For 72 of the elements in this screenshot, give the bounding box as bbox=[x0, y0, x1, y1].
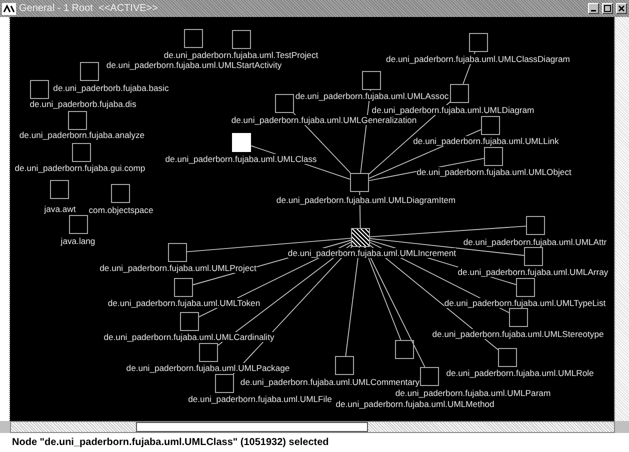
node-box[interactable] bbox=[350, 173, 369, 192]
close-button[interactable] bbox=[616, 3, 627, 14]
node-box[interactable] bbox=[362, 71, 381, 90]
node-box[interactable] bbox=[420, 367, 439, 386]
node-box[interactable] bbox=[351, 228, 370, 247]
maximize-button[interactable] bbox=[602, 3, 613, 14]
node-box[interactable] bbox=[215, 374, 234, 393]
node-box[interactable] bbox=[516, 278, 535, 297]
node-label: de.uni_paderborn.fujaba.uml.UMLFile bbox=[188, 394, 332, 404]
node-box[interactable] bbox=[395, 340, 414, 359]
node-box[interactable] bbox=[199, 343, 218, 362]
node-box[interactable] bbox=[184, 29, 203, 48]
node-box[interactable] bbox=[469, 33, 488, 52]
horizontal-scrollbar[interactable] bbox=[10, 421, 615, 433]
node-label: de.uni_paderborn.fujaba.uml.UMLClassDiagram bbox=[386, 54, 570, 64]
node-box[interactable] bbox=[484, 147, 503, 166]
node-box[interactable] bbox=[80, 62, 99, 81]
node-box[interactable] bbox=[69, 215, 88, 234]
node-label: de.uni_paderborn.fujaba.uml.UMLRole bbox=[446, 368, 594, 378]
node-box[interactable] bbox=[526, 216, 545, 235]
node-box[interactable] bbox=[50, 180, 69, 199]
node-label: de.uni_paderborn.fujaba.uml.UMLGeneralization bbox=[231, 115, 417, 125]
close-icon bbox=[618, 5, 625, 12]
window-title: General - 1 Root <<ACTIVE>> bbox=[19, 3, 158, 14]
node-box[interactable] bbox=[481, 116, 500, 135]
node-box[interactable] bbox=[335, 356, 354, 375]
node-box[interactable] bbox=[232, 30, 251, 49]
node-label: de.uni_paderborb.fujaba.dis bbox=[30, 99, 136, 109]
node-label: de.uni_paderborn.fujaba.uml.UMLArray bbox=[458, 267, 608, 277]
node-box[interactable] bbox=[174, 278, 193, 297]
node-label: de.uni_paderborb.fujaba.basic bbox=[53, 83, 169, 93]
node-label: de.uni_paderborn.fujaba.uml.UMLToken bbox=[108, 298, 260, 308]
node-label: de.uni_paderborn.fujaba.uml.UMLIncrement bbox=[288, 248, 456, 258]
node-label: com.objectspace bbox=[88, 205, 154, 215]
node-label: de.uni_paderborn.fujaba.gui.comp bbox=[14, 163, 146, 173]
node-box[interactable] bbox=[498, 348, 517, 367]
node-label: de.uni_paderborn.fujaba.uml.UMLProject bbox=[100, 263, 256, 273]
node-box[interactable] bbox=[275, 94, 294, 113]
node-label: de.uni_paderborn.fujaba.analyze bbox=[19, 130, 145, 140]
node-label: java.lang bbox=[60, 236, 96, 246]
vertical-scrollbar[interactable] bbox=[614, 17, 629, 421]
node-label: de.uni_paderborn.fujaba.uml.UMLDiagramItem bbox=[276, 195, 456, 205]
node-label: de.uni_paderborn.fujaba.uml.UMLLink bbox=[413, 136, 559, 146]
node-label: de.uni_paderborn.fujaba.uml.UMLCardinality bbox=[104, 332, 274, 342]
node-label: de.uni_paderborn.fujaba.uml.UMLStartActivity bbox=[106, 60, 282, 70]
node-box[interactable] bbox=[168, 243, 187, 262]
node-box[interactable] bbox=[72, 143, 91, 162]
scrollbar-thumb[interactable] bbox=[136, 422, 368, 432]
node-label: de.uni_paderborn.fujaba.uml.UMLStereotype bbox=[432, 329, 604, 339]
node-label: de.uni_paderborn.fujaba.uml.UMLAttr bbox=[463, 237, 607, 247]
node-label: de.uni_paderborn.fujaba.uml.UMLDiagram bbox=[372, 105, 534, 115]
minimize-button[interactable] bbox=[588, 3, 599, 14]
node-box[interactable] bbox=[30, 80, 49, 99]
node-box[interactable] bbox=[111, 184, 130, 203]
node-box[interactable] bbox=[524, 247, 543, 266]
node-label: de.uni_paderborn.fujaba.uml.UMLCommentary bbox=[240, 377, 420, 387]
app-logo-icon bbox=[2, 2, 16, 14]
node-label: de.uni_paderborn.fujaba.uml.UMLObject bbox=[416, 167, 572, 177]
node-label: de.uni_paderborn.fujaba.uml.UMLClass bbox=[165, 154, 317, 164]
node-label: de.uni_paderborn.fujaba.uml.UMLParam bbox=[395, 388, 551, 398]
node-label: de.uni_paderborn.fujaba.uml.UMLMethod bbox=[336, 399, 494, 409]
maximize-icon bbox=[604, 5, 611, 12]
node-box[interactable] bbox=[450, 84, 469, 103]
node-label: de.uni_paderborn.fujaba.uml.UMLAssoc bbox=[295, 91, 449, 101]
node-label: java.awt bbox=[44, 204, 76, 214]
node-label: de.uni_paderborn.fujaba.uml.TestProject bbox=[164, 50, 318, 60]
node-box[interactable] bbox=[68, 111, 87, 130]
node-box[interactable] bbox=[509, 308, 528, 327]
node-box[interactable] bbox=[180, 312, 199, 331]
status-message: Node "de.uni_paderborn.fujaba.uml.UMLClass" (1051932) selected bbox=[12, 437, 329, 448]
node-label: de.uni_paderborn.fujaba.uml.UMLPackage bbox=[126, 363, 290, 373]
node-label: de.uni_paderborn.fujaba.uml.UMLTypeList bbox=[444, 298, 606, 308]
